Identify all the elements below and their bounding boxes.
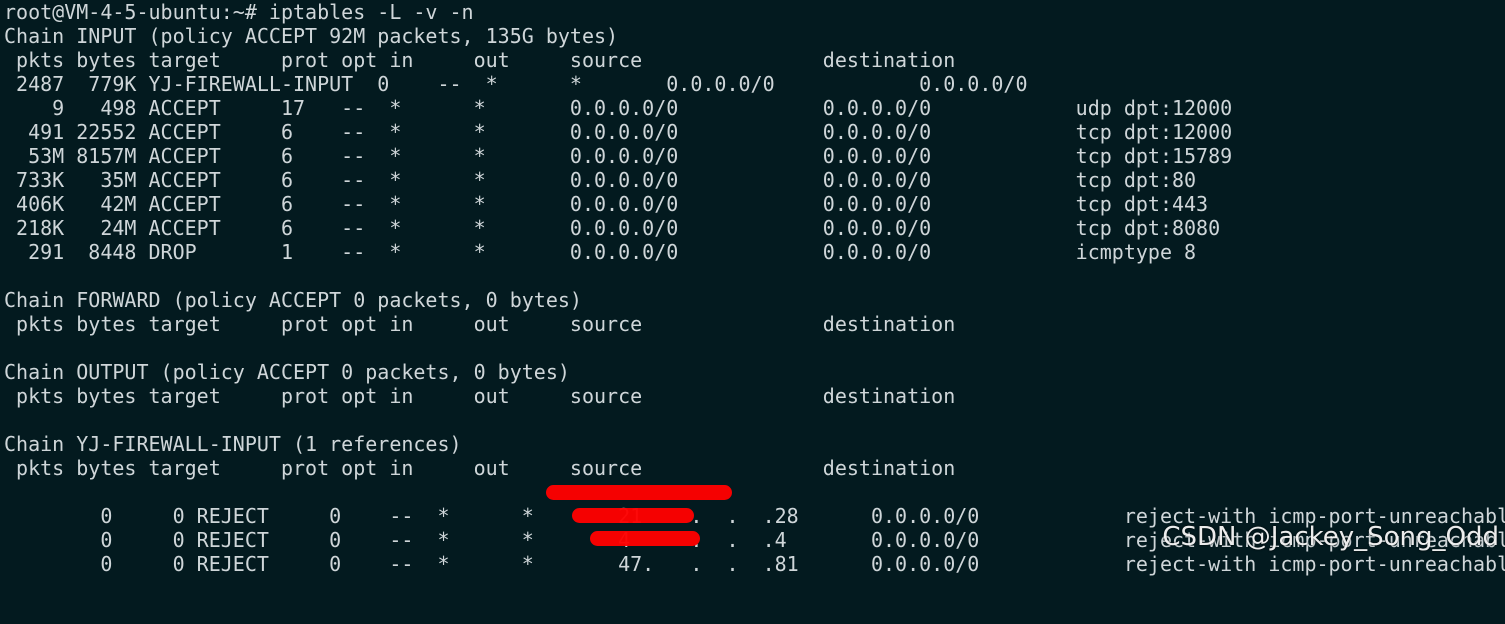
- rule-text: 2487 779K YJ-FIREWALL-INPUT 0 -- * * 0.0…: [4, 72, 1028, 96]
- chain-yj-firewall-title: Chain YJ-FIREWALL-INPUT (1 references): [4, 432, 462, 456]
- chain-input-title: Chain INPUT (policy ACCEPT 92M packets, …: [4, 24, 619, 48]
- rule-row: 733K 35M ACCEPT 6 -- * * 0.0.0.0/0 0.0.0…: [0, 168, 1505, 192]
- column-headers: pkts bytes target prot opt in out source…: [4, 312, 956, 336]
- rule-row: 9 498 ACCEPT 17 -- * * 0.0.0.0/0 0.0.0.0…: [0, 96, 1505, 120]
- rule-text: 491 22552 ACCEPT 6 -- * * 0.0.0.0/0 0.0.…: [4, 120, 1233, 144]
- rule-text: 218K 24M ACCEPT 6 -- * * 0.0.0.0/0 0.0.0…: [4, 216, 1221, 240]
- redaction-mark: [572, 508, 694, 523]
- rule-text: 291 8448 DROP 1 -- * * 0.0.0.0/0 0.0.0.0…: [4, 240, 1197, 264]
- rule-text: 406K 42M ACCEPT 6 -- * * 0.0.0.0/0 0.0.0…: [4, 192, 1209, 216]
- chain-forward-title: Chain FORWARD (policy ACCEPT 0 packets, …: [4, 288, 582, 312]
- rule-row: 491 22552 ACCEPT 6 -- * * 0.0.0.0/0 0.0.…: [0, 120, 1505, 144]
- command-line: root@VM-4-5-ubuntu:~# iptables -L -v -n: [0, 0, 1505, 24]
- rule-text: 733K 35M ACCEPT 6 -- * * 0.0.0.0/0 0.0.0…: [4, 168, 1197, 192]
- column-header-row: pkts bytes target prot opt in out source…: [0, 456, 1505, 480]
- rule-row: 291 8448 DROP 1 -- * * 0.0.0.0/0 0.0.0.0…: [0, 240, 1505, 264]
- command-text: root@VM-4-5-ubuntu:~# iptables -L -v -n: [4, 0, 474, 24]
- redaction-mark: [590, 531, 700, 546]
- chain-yj-firewall-header: Chain YJ-FIREWALL-INPUT (1 references): [0, 432, 1505, 456]
- rule-row: 218K 24M ACCEPT 6 -- * * 0.0.0.0/0 0.0.0…: [0, 216, 1505, 240]
- chain-input-header: Chain INPUT (policy ACCEPT 92M packets, …: [0, 24, 1505, 48]
- chain-output-header: Chain OUTPUT (policy ACCEPT 0 packets, 0…: [0, 360, 1505, 384]
- column-headers: pkts bytes target prot opt in out source…: [4, 456, 956, 480]
- terminal-window[interactable]: root@VM-4-5-ubuntu:~# iptables -L -v -n …: [0, 0, 1505, 576]
- column-headers: pkts bytes target prot opt in out source…: [4, 384, 956, 408]
- reject-rule-row: 0 0 REJECT 0 -- * * 21 . . .28 0.0.0.0/0…: [0, 480, 1505, 528]
- chain-output-title: Chain OUTPUT (policy ACCEPT 0 packets, 0…: [4, 360, 570, 384]
- rule-text: 9 498 ACCEPT 17 -- * * 0.0.0.0/0 0.0.0.0…: [4, 96, 1233, 120]
- rule-row: 2487 779K YJ-FIREWALL-INPUT 0 -- * * 0.0…: [0, 72, 1505, 96]
- rule-row: 53M 8157M ACCEPT 6 -- * * 0.0.0.0/0 0.0.…: [0, 144, 1505, 168]
- csdn-watermark: CSDN @Jackey_Song_Odd: [1162, 522, 1499, 552]
- column-header-row: pkts bytes target prot opt in out source…: [0, 312, 1505, 336]
- column-headers: pkts bytes target prot opt in out source…: [4, 48, 956, 72]
- redaction-mark: [546, 485, 732, 500]
- chain-forward-header: Chain FORWARD (policy ACCEPT 0 packets, …: [0, 288, 1505, 312]
- rule-text: 53M 8157M ACCEPT 6 -- * * 0.0.0.0/0 0.0.…: [4, 144, 1233, 168]
- column-header-row: pkts bytes target prot opt in out source…: [0, 384, 1505, 408]
- rule-text: 0 0 REJECT 0 -- * * 47. . . .81 0.0.0.0/…: [52, 552, 1505, 576]
- column-header-row: pkts bytes target prot opt in out source…: [0, 48, 1505, 72]
- rule-row: 406K 42M ACCEPT 6 -- * * 0.0.0.0/0 0.0.0…: [0, 192, 1505, 216]
